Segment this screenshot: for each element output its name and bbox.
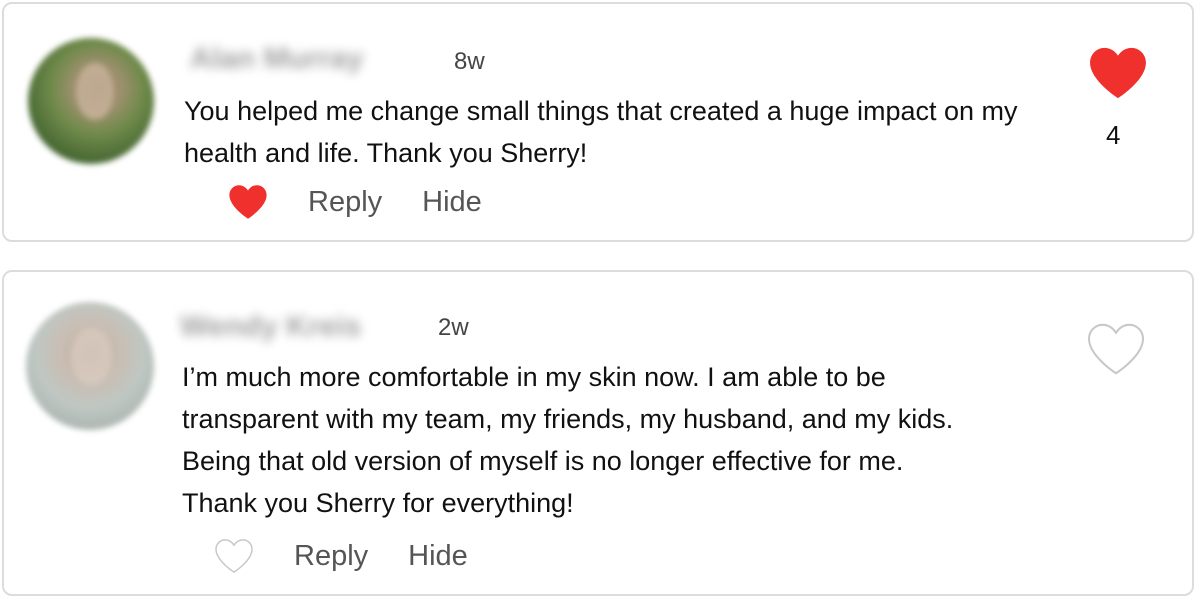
author-name[interactable]: Alan Murray: [190, 42, 363, 76]
comment-text: You helped me change small things that c…: [184, 96, 1018, 168]
avatar[interactable]: [28, 38, 154, 164]
heart-filled-icon[interactable]: [1088, 46, 1148, 100]
comment-timestamp: 2w: [438, 314, 469, 341]
heart-filled-icon[interactable]: [228, 184, 268, 220]
like-count: 4: [1106, 120, 1121, 150]
heart-outline-icon[interactable]: [214, 538, 254, 574]
comment-card: Wendy Kreis 2w I’m much more comfortable…: [2, 270, 1194, 596]
author-name[interactable]: Wendy Kreis: [180, 310, 361, 344]
comment-actions: Reply Hide: [228, 184, 482, 220]
comment-timestamp: 8w: [454, 48, 485, 75]
hide-button[interactable]: Hide: [408, 540, 468, 573]
comment-text: I’m much more comfortable in my skin now…: [182, 362, 954, 518]
reply-button[interactable]: Reply: [294, 540, 368, 573]
reply-button[interactable]: Reply: [308, 186, 382, 219]
comment-actions: Reply Hide: [214, 538, 468, 574]
heart-outline-icon[interactable]: [1086, 322, 1146, 376]
comment-card: Alan Murray 8w You helped me change smal…: [2, 2, 1194, 242]
hide-button[interactable]: Hide: [422, 186, 482, 219]
avatar[interactable]: [26, 302, 154, 430]
